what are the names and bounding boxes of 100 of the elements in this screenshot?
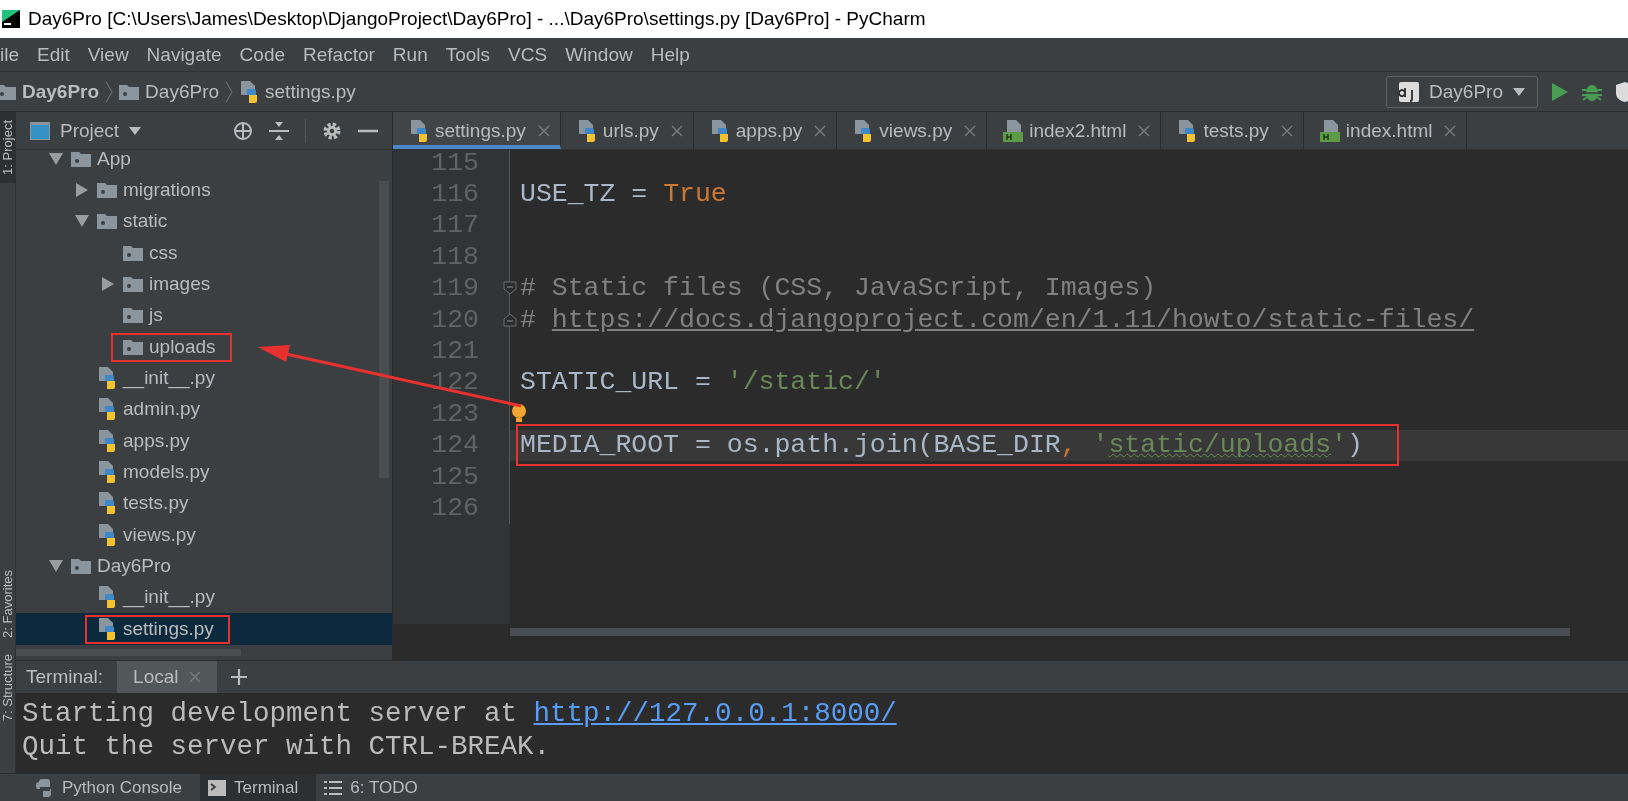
close-icon[interactable] [1138, 124, 1151, 137]
close-icon[interactable] [1280, 124, 1293, 137]
editor-tab[interactable]: apps.py [693, 112, 838, 149]
menu-item[interactable]: Refactor [303, 43, 375, 66]
tool-window-button[interactable]: Python Console [28, 774, 201, 801]
expanded-arrow-icon[interactable] [75, 215, 89, 228]
menu-item[interactable]: View [87, 43, 129, 66]
view-selector[interactable]: Project [30, 119, 142, 142]
tree-item[interactable]: static [16, 205, 392, 238]
tree-item[interactable]: css [16, 237, 392, 269]
tree-item[interactable]: images [16, 268, 392, 300]
menu-item[interactable]: VCS [508, 43, 548, 66]
menu-item[interactable]: Code [239, 43, 286, 66]
expanded-arrow-icon[interactable] [49, 152, 63, 165]
menu-item[interactable]: Navigate [146, 43, 222, 66]
python-file-icon [576, 119, 597, 142]
scrollbar[interactable] [379, 181, 389, 478]
tree-item[interactable]: models.py [16, 456, 392, 488]
breadcrumb[interactable]: Day6Pro [119, 80, 220, 103]
run-config-dropdown[interactable]: Day6Pro [1386, 75, 1538, 108]
collapse-all-icon[interactable] [269, 120, 289, 141]
close-icon[interactable] [814, 124, 827, 137]
python-file-icon [709, 119, 730, 142]
menu-item[interactable]: ile [0, 43, 19, 66]
editor-tab[interactable]: views.py [837, 112, 988, 149]
python-file-icon [97, 461, 117, 484]
collapsed-arrow-icon[interactable] [102, 277, 114, 292]
python-file-icon [1177, 119, 1198, 142]
editor-tab[interactable]: settings.py [393, 112, 561, 149]
folder-icon [71, 150, 91, 167]
tool-window-button[interactable]: 6: TODO [316, 774, 436, 801]
run-button[interactable] [1552, 82, 1568, 101]
breadcrumb[interactable]: Day6Pro [0, 80, 100, 103]
tool-window-tab[interactable]: 7: Structure [0, 645, 16, 729]
tree-item[interactable]: views.py [16, 519, 392, 551]
close-icon[interactable] [1444, 124, 1457, 137]
chevron-icon [105, 80, 114, 103]
panel-title: Terminal: [26, 666, 104, 688]
tree-item[interactable]: uploads [16, 331, 392, 363]
python-file-icon [409, 119, 429, 142]
list-icon [324, 780, 343, 795]
tree-item[interactable]: admin.py [16, 393, 392, 426]
menu-item[interactable]: Tools [445, 43, 491, 66]
tree-item[interactable]: js [16, 299, 392, 332]
code-line: STATIC_URL = '/static/' [520, 367, 886, 398]
menu-item[interactable]: Window [565, 43, 633, 66]
folder-icon [97, 182, 117, 198]
code-line: # Static files (CSS, JavaScript, Images) [520, 273, 1157, 304]
menu-item[interactable]: Run [392, 43, 428, 66]
python-file-icon [97, 523, 117, 546]
python-file-icon [97, 586, 117, 609]
expanded-arrow-icon[interactable] [49, 560, 63, 573]
python-icon [36, 778, 54, 797]
menu-item[interactable]: Edit [37, 43, 70, 66]
fold-marker-icon[interactable] [503, 312, 517, 327]
plus-icon[interactable] [230, 669, 247, 685]
editor-tab[interactable]: index2.html [987, 112, 1162, 149]
crosshair-icon[interactable] [233, 120, 253, 141]
tool-window-tab[interactable]: 2: Favorites [0, 561, 16, 646]
close-icon[interactable] [537, 124, 550, 137]
tree-item[interactable]: __init__.py [16, 581, 392, 614]
terminal-output: Quit the server with CTRL-BREAK. [22, 730, 552, 763]
menu-item[interactable]: Help [650, 43, 690, 66]
python-file-icon [97, 398, 117, 421]
editor-tab[interactable]: tests.py [1161, 112, 1304, 149]
breadcrumb[interactable]: settings.py [239, 80, 356, 103]
terminal-output: Starting development server at http://127.0.0.1:8000/ [22, 697, 898, 730]
editor-tab[interactable]: index.html [1303, 112, 1468, 149]
caret-down-icon [129, 126, 142, 135]
terminal-icon [208, 779, 227, 796]
tree-item[interactable]: Day6Pro [16, 550, 392, 582]
tool-window-tab[interactable]: 1: Project [0, 112, 16, 183]
tool-window-button[interactable]: Terminal [200, 774, 317, 801]
coverage-button[interactable] [1616, 81, 1628, 102]
tree-item[interactable]: migrations [16, 174, 392, 206]
code-line: USE_TZ = True [520, 179, 727, 210]
lightbulb-icon[interactable] [512, 404, 526, 425]
close-icon[interactable] [670, 124, 683, 137]
tree-item[interactable]: settings.py [16, 613, 392, 645]
terminal-tab[interactable]: Local [117, 661, 217, 693]
python-file-icon [239, 80, 260, 103]
close-icon[interactable] [964, 124, 977, 137]
gear-icon[interactable] [322, 120, 342, 141]
folder-icon [97, 213, 117, 230]
folder-icon [71, 558, 91, 575]
tree-item[interactable]: App [16, 150, 392, 175]
html-file-icon [1319, 119, 1340, 142]
django-icon [1399, 81, 1420, 102]
close-icon[interactable] [188, 671, 201, 683]
tree-item[interactable]: tests.py [16, 487, 392, 520]
scrollbar[interactable] [510, 628, 1570, 636]
fold-marker-icon[interactable] [503, 281, 517, 296]
editor-tab[interactable]: urls.py [560, 112, 694, 149]
link[interactable]: http://127.0.0.1:8000/ [533, 698, 897, 729]
collapsed-arrow-icon[interactable] [76, 183, 88, 197]
tree-item[interactable]: apps.py [16, 425, 392, 457]
window-icon [30, 121, 50, 140]
folder-icon [123, 338, 143, 355]
tree-item[interactable]: __init__.py [16, 362, 392, 394]
scrollbar[interactable] [16, 649, 241, 656]
